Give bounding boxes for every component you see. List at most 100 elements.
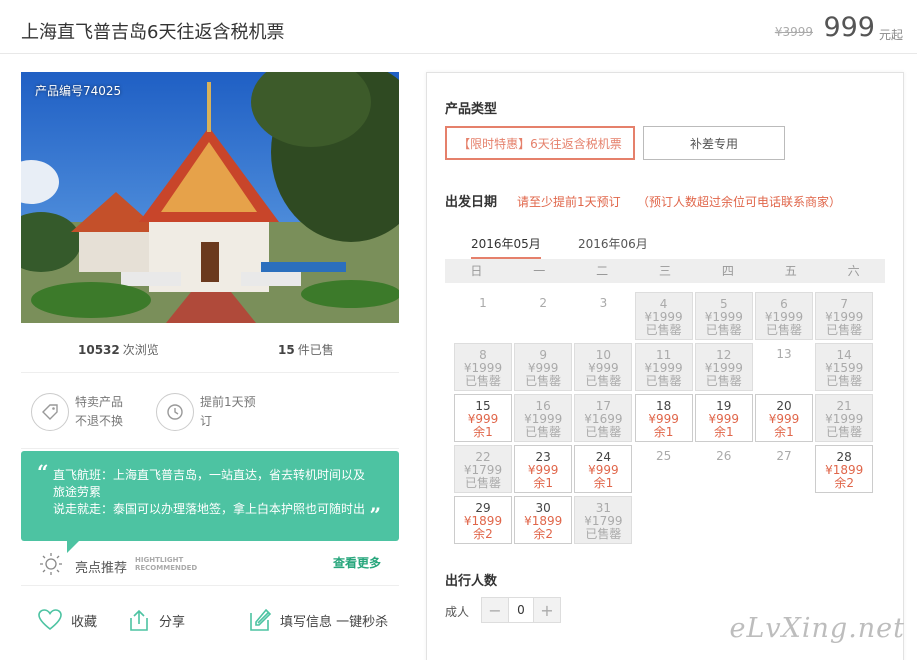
original-price: ¥3999 [774, 25, 813, 39]
calendar-day-available[interactable]: 15 ¥999 余1 [454, 394, 512, 442]
highlight-subtitle-line: RECOMMENDED [135, 564, 198, 572]
weekday-label: 五 [784, 264, 797, 278]
quote-line: 直飞航班：上海直飞普吉岛，一站直达，省去转机时间以及 [53, 468, 366, 482]
day-status: 已售罄 [765, 323, 802, 337]
day-number: 29 [475, 501, 491, 515]
day-status: 余1 [593, 476, 614, 490]
tab-month-may[interactable]: 2016年05月 [471, 235, 541, 263]
day-status: 已售罄 [645, 374, 682, 388]
highlight-subtitle-line: HIGHTLIGHT [135, 556, 184, 564]
share-icon [130, 609, 148, 631]
increment-button[interactable]: + [534, 598, 560, 622]
fill-info-button[interactable]: 填写信息 一键秒杀 [248, 608, 388, 632]
tab-month-june[interactable]: 2016年06月 [578, 235, 648, 257]
day-status: 已售罄 [705, 323, 742, 337]
day-number: 8 [479, 348, 487, 362]
product-type-option-selected[interactable]: 【限时特惠】6天往返含税机票 [445, 126, 635, 160]
calendar-day: 27 [755, 445, 813, 493]
calendar-day-sold-out: 12 ¥1999 已售罄 [694, 343, 753, 391]
highlight-title: 亮点推荐 [75, 561, 128, 576]
feature-sublabel: 订 [200, 414, 213, 428]
calendar-day-available[interactable]: 28 ¥1899 余2 [815, 445, 874, 493]
weekday-label: 日 [470, 264, 483, 278]
adult-label: 成人 [445, 605, 470, 619]
view-more-link[interactable]: 查看更多 [333, 554, 381, 571]
feature-label: 特卖产品 [75, 395, 124, 409]
sun-icon [40, 553, 62, 575]
product-photo: 产品编号74025 [21, 72, 399, 323]
close-quote-icon: ” [369, 503, 381, 527]
weekday-label: 二 [596, 264, 609, 278]
calendar-day-available[interactable]: 29 ¥1899 余2 [454, 496, 512, 544]
clock-icon [156, 393, 194, 431]
open-quote-icon: “ [37, 460, 49, 484]
day-number: 22 [475, 450, 491, 464]
departure-date-label: 出发日期 [445, 195, 498, 210]
calendar-day-available[interactable]: 19 ¥999 余1 [694, 394, 753, 442]
view-count-label: 次浏览 [122, 343, 159, 357]
calendar-day-sold-out: 5 ¥1999 已售罄 [694, 292, 753, 340]
day-number: 20 [776, 399, 792, 413]
calendar-day-sold-out: 14 ¥1599 已售罄 [815, 343, 874, 391]
calendar-day-available[interactable]: 20 ¥999 余1 [755, 394, 813, 442]
adult-count-stepper: − 0 + [481, 597, 561, 623]
day-number: 19 [716, 399, 732, 413]
action-bar: 收藏 分享 填写信息 一键秒杀 [21, 600, 399, 644]
day-status: 余1 [473, 425, 493, 439]
weekday-label: 六 [847, 264, 860, 278]
calendar-day: 1 [454, 292, 512, 340]
calendar-day-available[interactable]: 24 ¥999 余1 [574, 445, 633, 493]
calendar-day-available[interactable]: 23 ¥999 余1 [514, 445, 573, 493]
favorite-label: 收藏 [71, 614, 98, 630]
day-status: 余1 [533, 476, 553, 490]
fill-info-label: 填写信息 一键秒杀 [280, 614, 389, 630]
calendar-day-available[interactable]: 30 ¥1899 余2 [514, 496, 573, 544]
calendar-day-sold-out: 21 ¥1999 已售罄 [815, 394, 874, 442]
calendar-day-sold-out: 8 ¥1999 已售罄 [454, 343, 512, 391]
highlight-bar: 亮点推荐 HIGHTLIGHT RECOMMENDED 查看更多 [21, 544, 399, 586]
day-status: 已售罄 [826, 374, 863, 388]
day-number: 4 [659, 297, 668, 311]
day-number: 31 [595, 501, 612, 515]
day-number: 13 [776, 347, 792, 361]
travelers-label: 出行人数 [445, 574, 498, 589]
day-status: 余2 [533, 527, 553, 541]
weekday-label: 三 [659, 264, 672, 278]
calendar-day-sold-out: 6 ¥1999 已售罄 [755, 292, 813, 340]
decrement-button[interactable]: − [482, 598, 508, 622]
favorite-button[interactable]: 收藏 [37, 608, 97, 632]
quote-line: 旅途劳累 [53, 485, 102, 499]
day-number: 28 [836, 450, 852, 464]
day-status: 已售罄 [826, 323, 863, 337]
heart-icon [38, 609, 62, 631]
day-status: 已售罄 [585, 527, 622, 541]
feature-special-sale: 特卖产品 不退不换 [31, 393, 135, 431]
day-number: 17 [595, 399, 612, 413]
day-status: 余1 [713, 425, 734, 439]
share-label: 分享 [159, 614, 186, 630]
page-header: 上海直飞普吉岛6天往返含税机票 ¥3999 999 元起 [0, 0, 917, 54]
day-number: 15 [475, 399, 491, 413]
calendar-day: 26 [695, 445, 753, 493]
day-number: 6 [780, 297, 788, 311]
calendar-day-sold-out: 16 ¥1999 已售罄 [514, 394, 573, 442]
day-number: 2 [539, 296, 547, 310]
sold-count-label: 件已售 [297, 343, 334, 357]
product-overview: 产品编号74025 10532 次浏览 15 件已售 特卖产品 不退不换 提前1天预订… [21, 72, 399, 631]
calendar-day: 2 [514, 292, 572, 340]
day-number: 18 [655, 399, 672, 413]
product-type-label: 产品类型 [445, 102, 498, 117]
calendar-day-sold-out: 17 ¥1699 已售罄 [574, 394, 633, 442]
calendar-day-sold-out: 11 ¥1999 已售罄 [634, 343, 693, 391]
adult-count-input[interactable]: 0 [508, 598, 534, 622]
highlight-quote: “ 直飞航班：上海直飞普吉岛，一站直达，省去转机时间以及 旅途劳累 说走就走：泰… [21, 451, 399, 541]
day-number: 24 [595, 450, 612, 464]
share-button[interactable]: 分享 [127, 608, 185, 632]
day-status: 已售罄 [464, 476, 501, 490]
calendar-day-available[interactable]: 18 ¥999 余1 [634, 394, 693, 442]
day-number: 10 [595, 348, 612, 362]
temple-image [21, 72, 399, 323]
product-type-option[interactable]: 补差专用 [643, 126, 785, 160]
feature-label: 提前1天预 [200, 395, 256, 409]
day-status: 已售罄 [464, 374, 501, 388]
